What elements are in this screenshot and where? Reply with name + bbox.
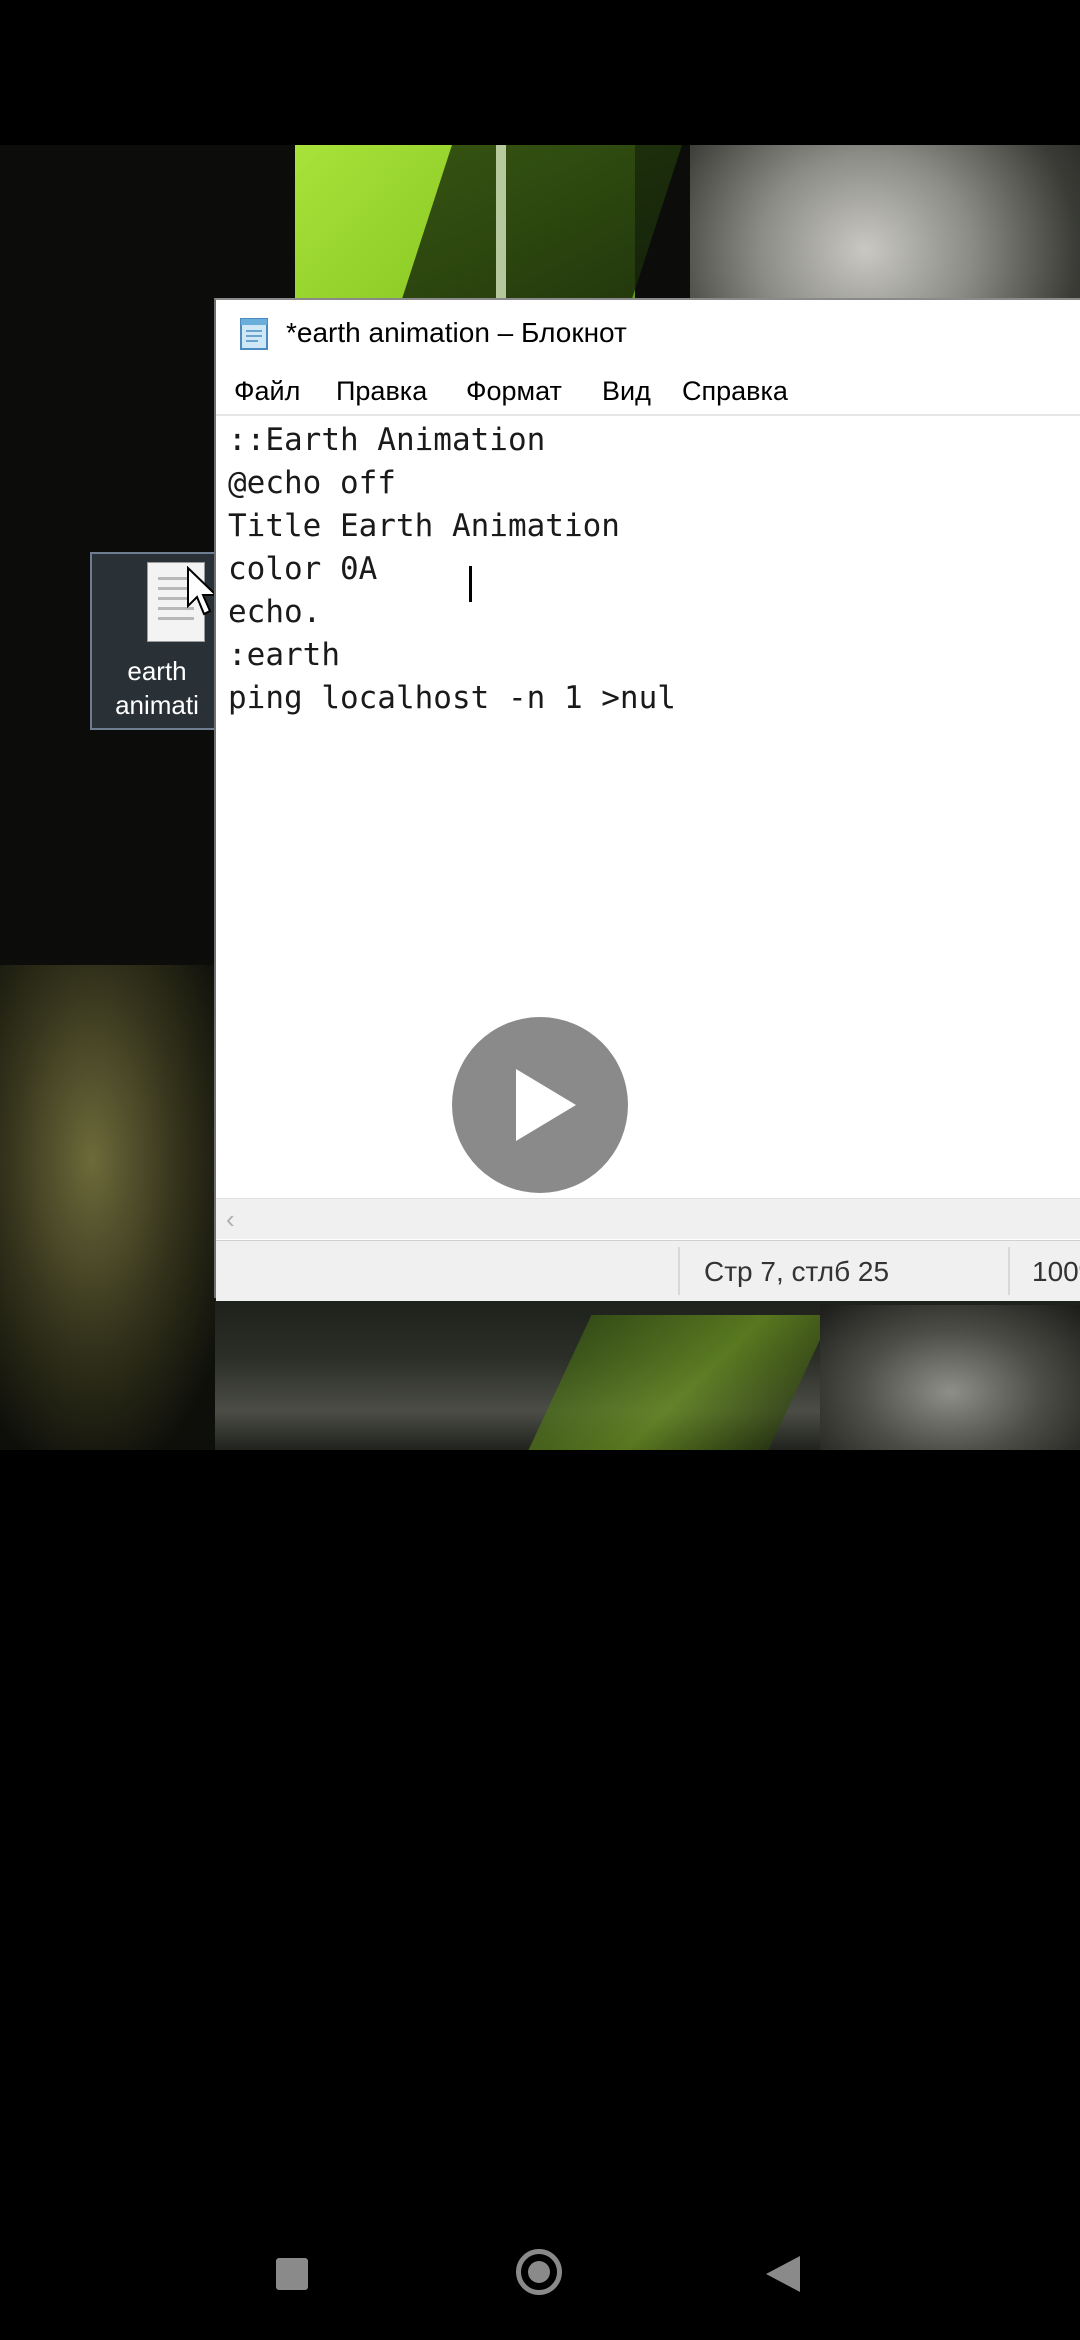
menu-view[interactable]: Вид bbox=[602, 376, 651, 406]
recents-icon[interactable] bbox=[276, 2258, 308, 2290]
title-bar[interactable]: *earth animation – Блокнот bbox=[216, 300, 1080, 364]
menu-format[interactable]: Формат bbox=[466, 376, 562, 406]
status-bar: Стр 7, стлб 25 100% bbox=[216, 1240, 1080, 1301]
zoom-level: 100% bbox=[1032, 1256, 1080, 1287]
notepad-window[interactable]: *earth animation – Блокнот Файл Правка Ф… bbox=[214, 298, 1080, 1301]
status-divider bbox=[678, 1247, 680, 1295]
desktop-icon-label: earth animati bbox=[115, 656, 199, 720]
wallpaper-rock-bottom bbox=[820, 1305, 1080, 1450]
menu-help[interactable]: Справка bbox=[682, 376, 788, 406]
back-icon[interactable] bbox=[766, 2256, 800, 2292]
horizontal-scrollbar[interactable]: ‹ bbox=[216, 1198, 1080, 1239]
code-line: :earth bbox=[228, 637, 340, 673]
wallpaper-rock-left bbox=[0, 965, 230, 1450]
scroll-left-arrow-icon[interactable]: ‹ bbox=[226, 1205, 235, 1233]
menu-file[interactable]: Файл bbox=[234, 376, 300, 406]
play-icon bbox=[516, 1069, 576, 1141]
home-icon-dot bbox=[528, 2261, 550, 2283]
code-line: echo. bbox=[228, 594, 322, 630]
code-line: @echo off bbox=[228, 465, 396, 501]
text-editor[interactable]: ::Earth Animation @echo off Title Earth … bbox=[216, 416, 1080, 1198]
code-line: ping localhost -n 1 >nul bbox=[228, 680, 676, 716]
code-line: color 0A bbox=[228, 551, 378, 587]
status-divider bbox=[1008, 1247, 1010, 1295]
menu-bar: Файл Правка Формат Вид Справка bbox=[216, 364, 1080, 416]
menu-edit[interactable]: Правка bbox=[336, 376, 427, 406]
window-title: *earth animation – Блокнот bbox=[286, 317, 627, 348]
text-caret bbox=[469, 566, 472, 602]
notepad-app-icon bbox=[240, 318, 268, 350]
android-navigation-bar bbox=[0, 2220, 1080, 2340]
home-icon[interactable] bbox=[516, 2249, 562, 2295]
cursor-position: Стр 7, стлб 25 bbox=[704, 1256, 890, 1287]
code-line: Title Earth Animation bbox=[228, 508, 620, 544]
play-button[interactable] bbox=[452, 1017, 628, 1193]
code-line: ::Earth Animation bbox=[228, 422, 546, 458]
